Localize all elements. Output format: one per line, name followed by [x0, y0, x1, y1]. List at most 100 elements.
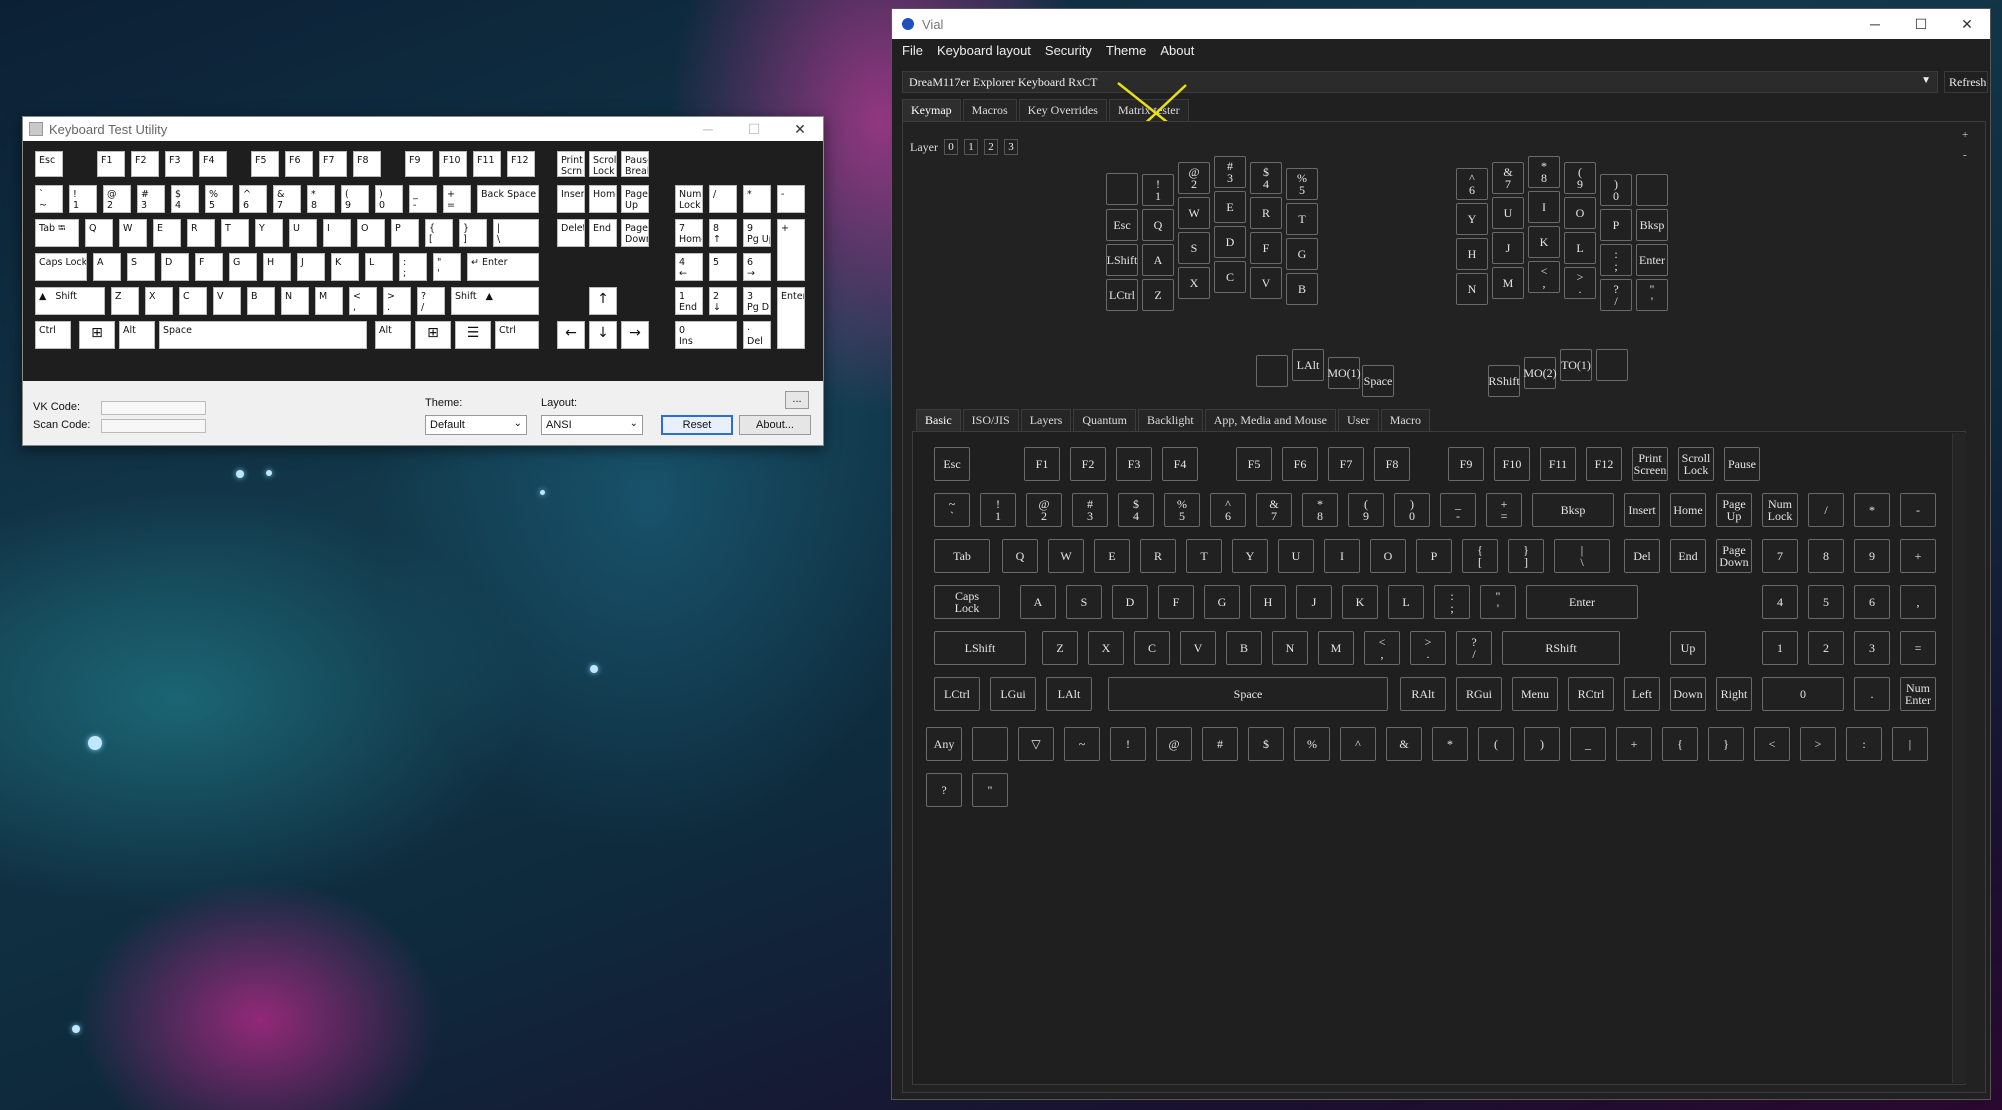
keycode-button[interactable]: " — [972, 773, 1008, 807]
zoom-out-button[interactable]: - — [1963, 149, 1967, 161]
keycode-button[interactable]: & — [1386, 727, 1422, 761]
keycode-button[interactable]: & 7 — [1256, 493, 1292, 527]
keycode-button[interactable]: F3 — [1116, 447, 1152, 481]
keycode-button[interactable]: * — [1854, 493, 1890, 527]
keycode-button[interactable] — [972, 727, 1008, 761]
layout-key[interactable]: S — [1178, 232, 1210, 264]
layout-key[interactable] — [1596, 349, 1628, 381]
keycode-button[interactable]: Z — [1042, 631, 1078, 665]
keycode-button[interactable]: LShift — [934, 631, 1026, 665]
keycode-button[interactable]: LAlt — [1046, 677, 1092, 711]
minimize-button[interactable]: ─ — [685, 117, 731, 141]
keycode-button[interactable]: ^ 6 — [1210, 493, 1246, 527]
layout-key[interactable]: G — [1286, 238, 1318, 270]
layout-key[interactable]: LCtrl — [1106, 279, 1138, 311]
keycode-button[interactable]: Any — [926, 727, 962, 761]
layout-key[interactable]: P — [1600, 209, 1632, 241]
keycode-button[interactable]: % — [1294, 727, 1330, 761]
keycode-button[interactable]: F2 — [1070, 447, 1106, 481]
keycode-button[interactable]: Tab — [934, 539, 990, 573]
close-button[interactable]: ✕ — [1944, 12, 1990, 36]
layout-key[interactable]: ) 0 — [1600, 174, 1632, 206]
tab-basic[interactable]: Basic — [916, 409, 961, 431]
tab-keymap[interactable]: Keymap — [902, 99, 961, 121]
keycode-button[interactable]: { [ — [1462, 539, 1498, 573]
keycode-button[interactable]: U — [1278, 539, 1314, 573]
keycode-button[interactable]: ▽ — [1018, 727, 1054, 761]
layout-key[interactable]: V — [1250, 267, 1282, 299]
keycode-button[interactable]: Right — [1716, 677, 1752, 711]
keycode-scrollbar[interactable] — [1952, 433, 1966, 1083]
layout-key[interactable]: # 3 — [1214, 156, 1246, 188]
layout-key[interactable]: R — [1250, 197, 1282, 229]
keycode-button[interactable]: F — [1158, 585, 1194, 619]
keycode-button[interactable]: | — [1892, 727, 1928, 761]
layout-key[interactable]: : ; — [1600, 244, 1632, 276]
layout-key[interactable]: MO(1) — [1327, 357, 1361, 389]
layout-key[interactable]: B — [1286, 273, 1318, 305]
layout-key[interactable] — [1636, 174, 1668, 206]
keycode-button[interactable]: } — [1708, 727, 1744, 761]
layer-1-button[interactable]: 1 — [963, 139, 978, 155]
layout-key[interactable]: ! 1 — [1142, 174, 1174, 206]
keycode-button[interactable]: . — [1854, 677, 1890, 711]
theme-select[interactable]: Default ⌄ — [425, 415, 527, 435]
keycode-button[interactable]: Esc — [934, 447, 970, 481]
layout-key[interactable]: & 7 — [1492, 162, 1524, 194]
keycode-button[interactable]: ~ — [1064, 727, 1100, 761]
keycode-button[interactable]: Del — [1624, 539, 1660, 573]
keycode-button[interactable]: Enter — [1526, 585, 1638, 619]
keycode-button[interactable]: F5 — [1236, 447, 1272, 481]
keycode-button[interactable]: S — [1066, 585, 1102, 619]
keycode-button[interactable]: Down — [1670, 677, 1706, 711]
keycode-button[interactable]: + — [1900, 539, 1936, 573]
keycode-button[interactable]: I — [1324, 539, 1360, 573]
keycode-button[interactable]: > . — [1410, 631, 1446, 665]
keycode-button[interactable]: W — [1048, 539, 1084, 573]
layout-key[interactable]: F — [1250, 232, 1282, 264]
menu-keyboard-layout[interactable]: Keyboard layout — [937, 43, 1031, 58]
keycode-button[interactable]: 1 — [1762, 631, 1798, 665]
tab-app-media-mouse[interactable]: App, Media and Mouse — [1204, 409, 1337, 431]
layout-key[interactable]: L — [1564, 232, 1596, 264]
layer-2-button[interactable]: 2 — [983, 139, 998, 155]
tab-layers[interactable]: Layers — [1020, 409, 1072, 431]
tab-backlight[interactable]: Backlight — [1138, 409, 1203, 431]
keycode-button[interactable]: Num Lock — [1762, 493, 1798, 527]
layout-key[interactable]: U — [1492, 197, 1524, 229]
keycode-button[interactable]: + = — [1486, 493, 1522, 527]
keycode-button[interactable]: ? — [926, 773, 962, 807]
keycode-button[interactable]: LCtrl — [934, 677, 980, 711]
layout-key[interactable]: < , — [1528, 261, 1560, 293]
keycode-button[interactable]: RCtrl — [1568, 677, 1614, 711]
layout-key[interactable]: C — [1214, 261, 1246, 293]
keycode-button[interactable]: 4 — [1762, 585, 1798, 619]
layout-key[interactable]: ^ 6 — [1456, 168, 1488, 200]
keycode-button[interactable]: ) — [1524, 727, 1560, 761]
layout-key[interactable]: * 8 — [1528, 156, 1560, 188]
keycode-button[interactable]: F10 — [1494, 447, 1530, 481]
keycode-button[interactable]: " ' — [1480, 585, 1516, 619]
keycode-button[interactable]: % 5 — [1164, 493, 1200, 527]
keycode-button[interactable]: ( — [1478, 727, 1514, 761]
keycode-button[interactable]: V — [1180, 631, 1216, 665]
keycode-button[interactable]: M — [1318, 631, 1354, 665]
tab-key-overrides[interactable]: Key Overrides — [1018, 99, 1107, 121]
keycode-button[interactable]: @ — [1156, 727, 1192, 761]
layout-key[interactable]: TO(1) — [1560, 349, 1592, 381]
keycode-button[interactable]: 6 — [1854, 585, 1890, 619]
layout-key[interactable]: " ' — [1636, 279, 1668, 311]
keycode-button[interactable]: F7 — [1328, 447, 1364, 481]
keycode-button[interactable]: RGui — [1456, 677, 1502, 711]
keycode-button[interactable]: RAlt — [1400, 677, 1446, 711]
layout-key[interactable]: $ 4 — [1250, 162, 1282, 194]
keycode-button[interactable]: ~ ` — [934, 493, 970, 527]
keycode-button[interactable]: : ; — [1434, 585, 1470, 619]
layout-key[interactable]: I — [1528, 191, 1560, 223]
keycode-button[interactable]: Scroll Lock — [1678, 447, 1714, 481]
keycode-button[interactable]: J — [1296, 585, 1332, 619]
keycode-button[interactable]: $ — [1248, 727, 1284, 761]
keycode-button[interactable]: } ] — [1508, 539, 1544, 573]
keycode-button[interactable]: ( 9 — [1348, 493, 1384, 527]
keycode-button[interactable]: A — [1020, 585, 1056, 619]
